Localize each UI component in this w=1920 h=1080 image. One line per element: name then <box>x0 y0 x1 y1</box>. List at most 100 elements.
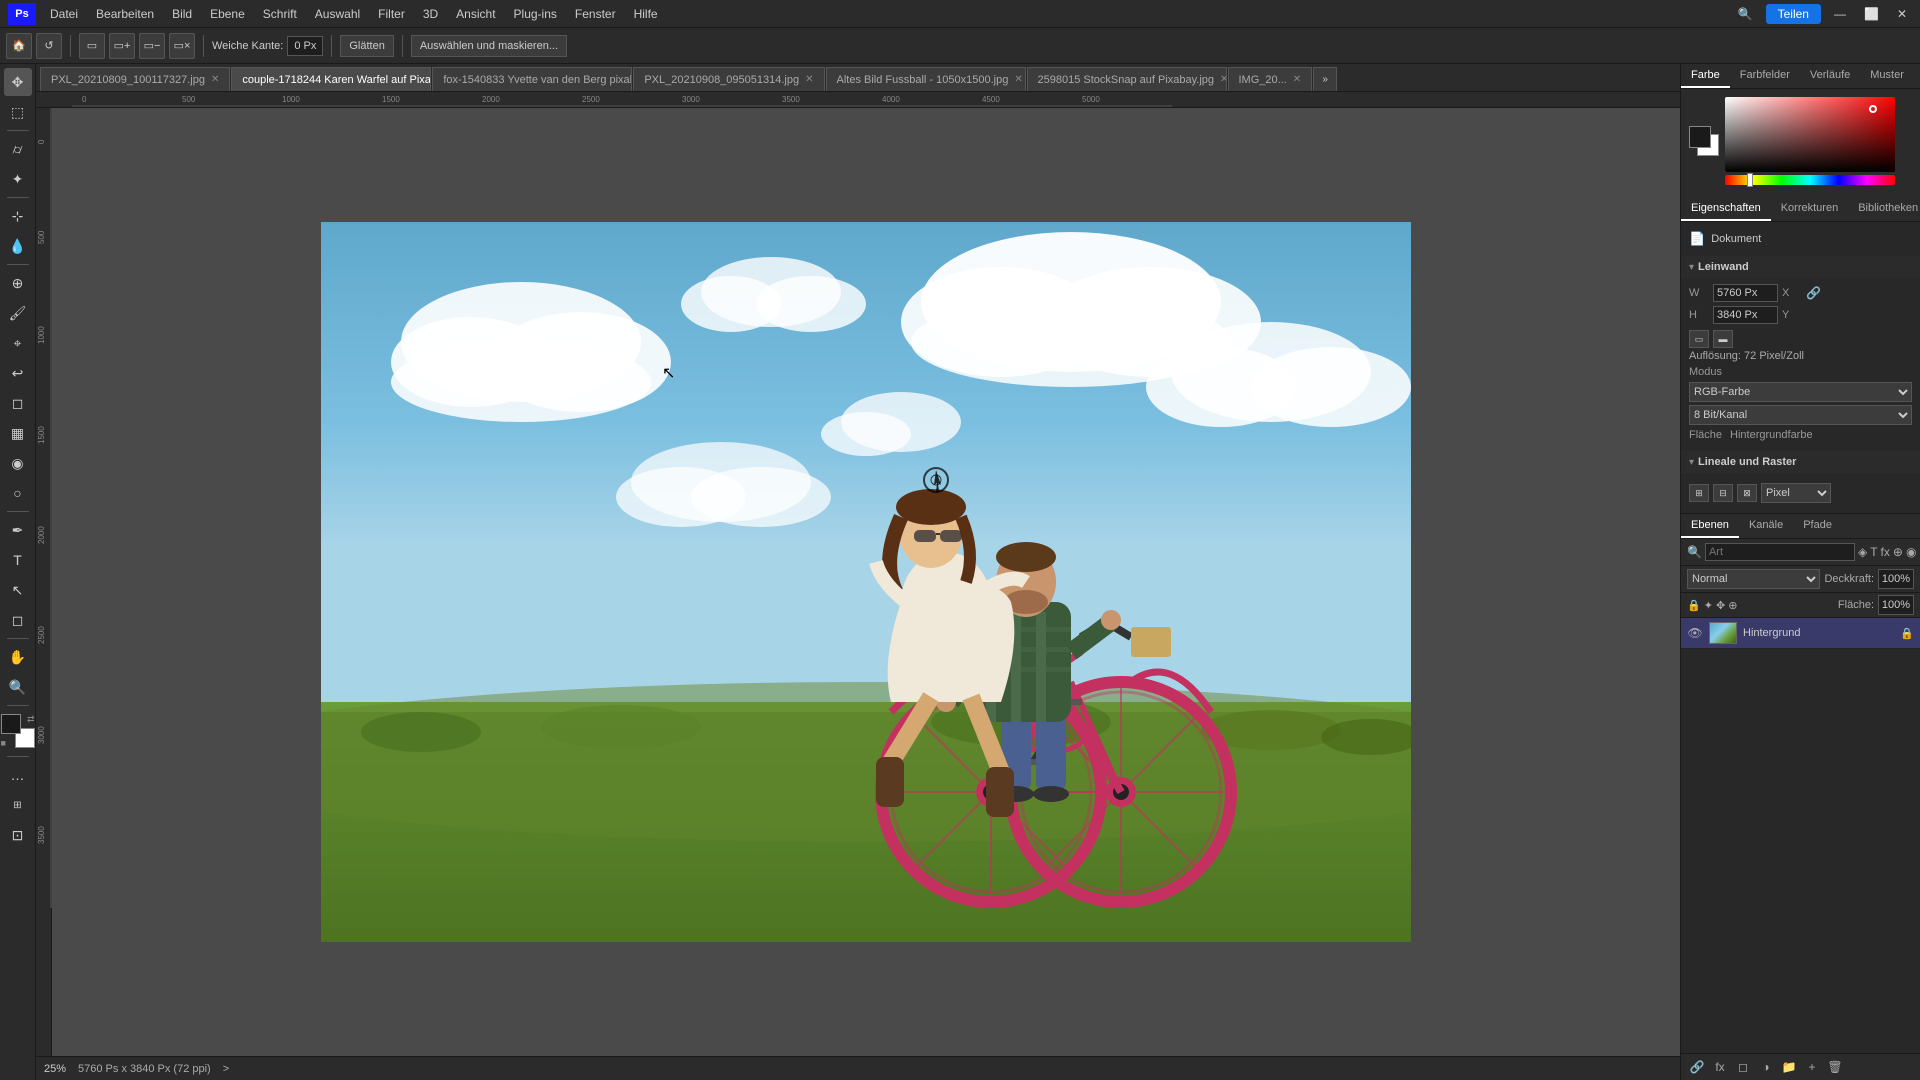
search-icon[interactable]: 🔍 <box>1733 5 1758 23</box>
hue-slider[interactable] <box>1725 175 1895 185</box>
select-rect-btn[interactable]: ▭ <box>79 33 105 59</box>
share-button[interactable]: Teilen <box>1766 4 1821 24</box>
layer-mask-icon[interactable]: ◻ <box>1733 1057 1753 1077</box>
ruler-unit-select[interactable]: Pixel Zoll cm mm <box>1761 483 1831 503</box>
brush-tool[interactable]: 🖌 <box>4 299 32 327</box>
zoom-tool[interactable]: 🔍 <box>4 673 32 701</box>
snap-icon[interactable]: ⊠ <box>1737 484 1757 502</box>
select-sub-btn[interactable]: ▭− <box>139 33 165 59</box>
fg-color-box[interactable] <box>1689 126 1711 148</box>
layer-search-input[interactable] <box>1705 543 1855 561</box>
window-minimize-icon[interactable]: — <box>1829 5 1851 23</box>
layer-delete-icon[interactable]: 🗑 <box>1825 1057 1845 1077</box>
tab-close-icon[interactable]: ✕ <box>805 74 813 85</box>
layer-filter-color-icon[interactable]: ◉ <box>1906 542 1916 562</box>
crop-tool[interactable]: ⊹ <box>4 202 32 230</box>
tab-close-icon[interactable]: ✕ <box>1014 74 1022 85</box>
tab-farbfelder[interactable]: Farbfelder <box>1730 64 1800 88</box>
canvas-landscape-icon[interactable]: ▬ <box>1713 330 1733 348</box>
tab-close-icon[interactable]: ✕ <box>1293 74 1301 85</box>
extra-tools[interactable]: … <box>4 761 32 789</box>
color-gradient-picker[interactable] <box>1725 97 1895 172</box>
lasso-tool[interactable]: ⌭ <box>4 135 32 163</box>
layer-filter-kind-icon[interactable]: ◈ <box>1858 542 1867 562</box>
select-add-btn[interactable]: ▭+ <box>109 33 135 59</box>
tab-pfade[interactable]: Pfade <box>1793 514 1842 538</box>
tab-img[interactable]: IMG_20... ✕ <box>1228 67 1313 91</box>
tab-korrekturen[interactable]: Korrekturen <box>1771 197 1848 221</box>
menu-bild[interactable]: Bild <box>164 5 200 23</box>
layer-fx-icon[interactable]: fx <box>1710 1057 1730 1077</box>
magic-wand-tool[interactable]: ✦ <box>4 165 32 193</box>
home-button[interactable]: 🏠 <box>6 33 32 59</box>
fill-input[interactable] <box>1878 595 1914 615</box>
layer-visibility-icon[interactable]: 👁 <box>1687 625 1703 641</box>
color-picker-handle[interactable] <box>1869 105 1877 113</box>
canvas-portrait-icon[interactable]: ▭ <box>1689 330 1709 348</box>
pen-tool[interactable]: ✒ <box>4 516 32 544</box>
width-input[interactable] <box>1713 284 1778 302</box>
opacity-input[interactable] <box>1878 569 1914 589</box>
grid-icon[interactable]: ⊟ <box>1713 484 1733 502</box>
tab-verlaeufe[interactable]: Verläufe <box>1800 64 1860 88</box>
color-reset-icon[interactable]: ■ <box>1 738 6 748</box>
select-mask-button[interactable]: Auswählen und maskieren... <box>411 35 567 57</box>
height-input[interactable] <box>1713 306 1778 324</box>
tab-farbe[interactable]: Farbe <box>1681 64 1730 88</box>
tab-close-icon[interactable]: ✕ <box>211 74 219 85</box>
canvas-section-header[interactable]: ▾ Leinwand <box>1681 256 1920 278</box>
rulers-section-header[interactable]: ▾ Lineale und Raster <box>1681 451 1920 473</box>
layer-link-icon[interactable]: 🔗 <box>1687 1057 1707 1077</box>
tab-stocksnap[interactable]: 2598015 StockSnap auf Pixabay.jpg ✕ <box>1027 67 1227 91</box>
tab-pxl1[interactable]: PXL_20210809_100117327.jpg ✕ <box>40 67 230 91</box>
menu-bearbeiten[interactable]: Bearbeiten <box>88 5 162 23</box>
menu-auswahl[interactable]: Auswahl <box>307 5 368 23</box>
link-icon[interactable]: 🔗 <box>1806 286 1821 300</box>
menu-3d[interactable]: 3D <box>415 5 446 23</box>
tab-fox[interactable]: fox-1540833 Yvette van den Berg pixabay.… <box>432 67 632 91</box>
layer-filter-text-icon[interactable]: T <box>1870 542 1877 562</box>
tab-kanaele[interactable]: Kanäle <box>1739 514 1793 538</box>
tab-eigenschaften[interactable]: Eigenschaften <box>1681 197 1771 221</box>
foreground-color-box[interactable] <box>1 714 21 734</box>
tab-close-icon[interactable]: ✕ <box>1220 74 1226 85</box>
move-tool[interactable]: ✥ <box>4 68 32 96</box>
clone-tool[interactable]: ⌖ <box>4 329 32 357</box>
menu-ansicht[interactable]: Ansicht <box>448 5 503 23</box>
tab-muster[interactable]: Muster <box>1860 64 1914 88</box>
dodge-tool[interactable]: ○ <box>4 479 32 507</box>
frame-tool[interactable]: ⊡ <box>4 821 32 849</box>
menu-fenster[interactable]: Fenster <box>567 5 624 23</box>
tab-couple[interactable]: couple-1718244 Karen Warfel auf Pixabay.… <box>231 67 431 91</box>
canvas-viewport[interactable]: ↖ <box>52 108 1680 1056</box>
bit-select[interactable]: 8 Bit/Kanal 16 Bit/Kanal 32 Bit/Kanal <box>1689 405 1912 425</box>
blend-mode-select[interactable]: Normal Multiplizieren Abblenden <box>1687 569 1820 589</box>
marquee-tool[interactable]: ⬚ <box>4 98 32 126</box>
window-restore-icon[interactable]: ⬜ <box>1859 5 1884 23</box>
tab-overflow-button[interactable]: » <box>1313 67 1337 91</box>
layer-folder-icon[interactable]: 📁 <box>1779 1057 1799 1077</box>
text-tool[interactable]: T <box>4 546 32 574</box>
window-close-icon[interactable]: ✕ <box>1892 5 1912 23</box>
menu-schrift[interactable]: Schrift <box>255 5 305 23</box>
status-arrow[interactable]: > <box>223 1063 229 1075</box>
menu-filter[interactable]: Filter <box>370 5 413 23</box>
layer-add-icon[interactable]: + <box>1802 1057 1822 1077</box>
rotate-tool[interactable]: ↺ <box>36 33 62 59</box>
path-select-tool[interactable]: ↖ <box>4 576 32 604</box>
tab-bibliotheken[interactable]: Bibliotheken <box>1848 197 1920 221</box>
eraser-tool[interactable]: ◻ <box>4 389 32 417</box>
layer-adjustment-icon[interactable]: ◑ <box>1756 1057 1776 1077</box>
gradient-tool[interactable]: ▦ <box>4 419 32 447</box>
menu-datei[interactable]: Datei <box>42 5 86 23</box>
small-tools[interactable]: ⊞ <box>4 791 32 819</box>
menu-hilfe[interactable]: Hilfe <box>626 5 666 23</box>
history-brush-tool[interactable]: ↩ <box>4 359 32 387</box>
blur-tool[interactable]: ◉ <box>4 449 32 477</box>
layer-filter-mode-icon[interactable]: ⊕ <box>1893 542 1903 562</box>
tab-ebenen[interactable]: Ebenen <box>1681 514 1739 538</box>
heal-tool[interactable]: ⊕ <box>4 269 32 297</box>
shape-tool[interactable]: ◻ <box>4 606 32 634</box>
hand-tool[interactable]: ✋ <box>4 643 32 671</box>
smooth-button[interactable]: Glätten <box>340 35 393 57</box>
